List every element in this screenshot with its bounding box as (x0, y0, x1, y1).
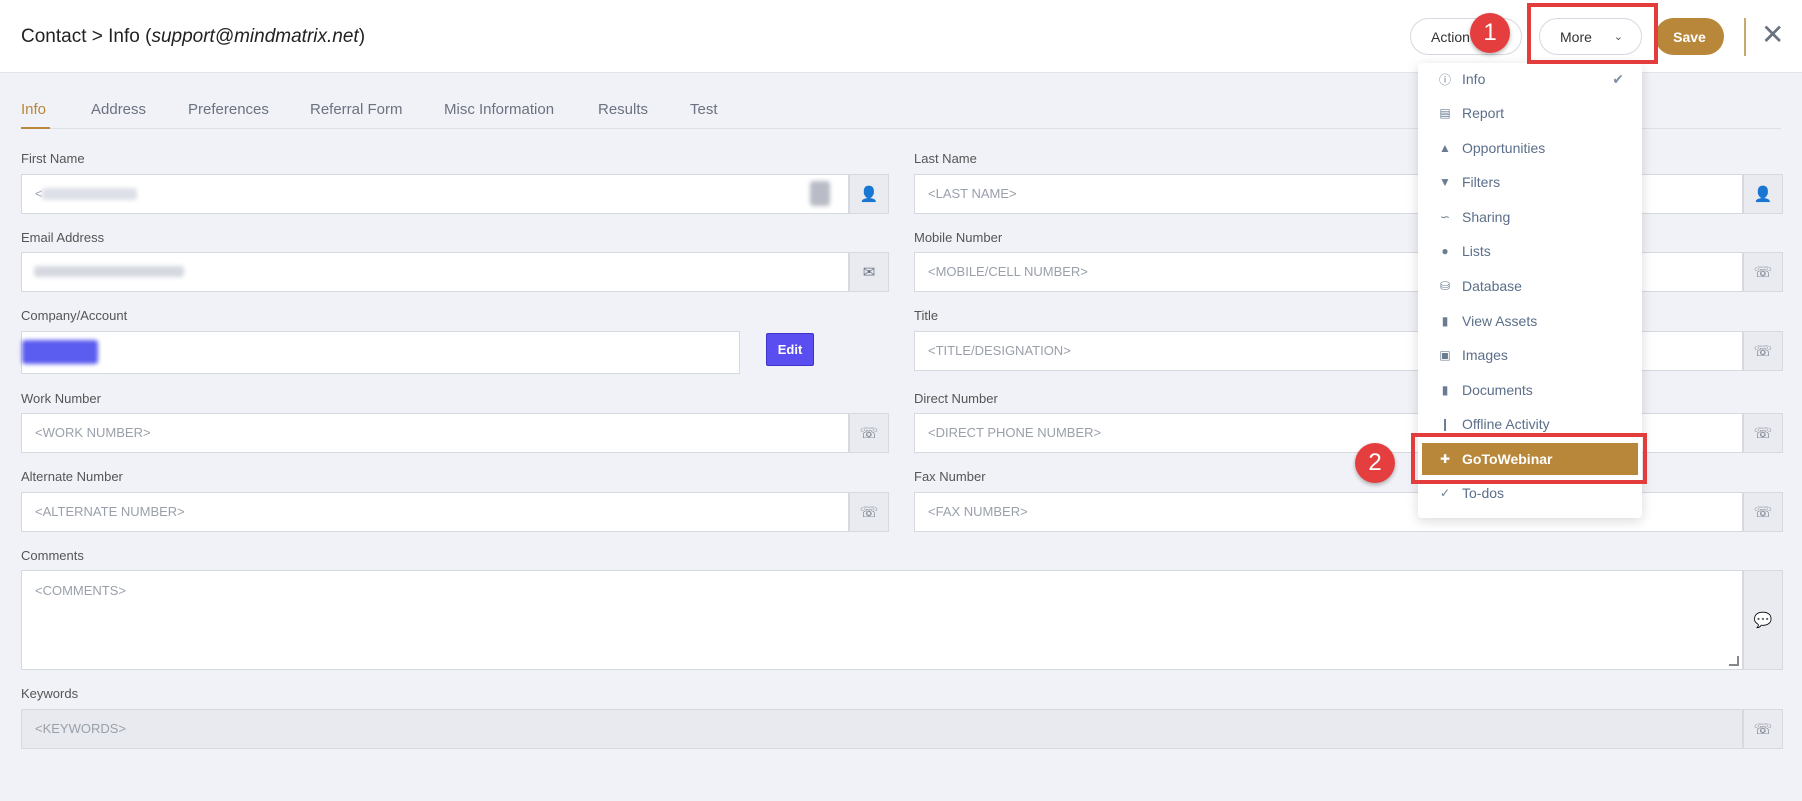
header-divider (1744, 18, 1746, 56)
save-button[interactable]: Save (1655, 18, 1724, 55)
menu-item-label: Sharing (1462, 209, 1511, 225)
menu-item-label: Database (1462, 278, 1522, 294)
menu-item-label: To-dos (1462, 485, 1505, 501)
check-circle-icon: ✓ (1439, 486, 1451, 500)
menu-item-report[interactable]: ▤ Report (1418, 97, 1642, 129)
work-number-input[interactable]: <WORK NUMBER> (21, 413, 849, 453)
keywords-input[interactable]: <KEYWORDS> (21, 709, 1743, 749)
tab-address[interactable]: Address (91, 101, 146, 118)
menu-item-database[interactable]: ⛁ Database (1418, 270, 1642, 302)
menu-item-label: Info (1462, 71, 1486, 87)
close-icon[interactable]: ✕ (1761, 20, 1784, 50)
person-icon: 👤 (849, 174, 889, 214)
company-edit-button[interactable]: Edit (766, 333, 814, 366)
info-icon: ⓘ (1438, 72, 1451, 87)
comments-icon: 💬 (1743, 570, 1783, 670)
alternate-number-label: Alternate Number (21, 469, 123, 484)
email-redacted (34, 266, 184, 277)
first-name-input[interactable]: < (21, 174, 849, 214)
title-email: support@mindmatrix.net (151, 26, 359, 47)
menu-item-documents[interactable]: ▮ Documents (1418, 374, 1642, 406)
share-icon: ∽ (1439, 210, 1451, 224)
company-input[interactable] (21, 331, 740, 374)
callout-box-gotowebinar (1411, 433, 1647, 484)
action-label: Action (1431, 28, 1470, 45)
menu-item-label: Images (1462, 347, 1508, 363)
page-title: Contact > Info (support@mindmatrix.net) (21, 26, 365, 48)
phone-icon: ☏ (1743, 413, 1783, 453)
menu-item-images[interactable]: ▣ Images (1418, 339, 1642, 371)
tab-test[interactable]: Test (690, 101, 718, 118)
menu-item-label: Filters (1462, 174, 1501, 190)
callout-number-2: 2 (1355, 443, 1395, 483)
last-name-label: Last Name (914, 151, 977, 166)
menu-item-label: Lists (1462, 243, 1491, 259)
shapes-icon: ▲ (1439, 141, 1451, 155)
comments-textarea[interactable]: <COMMENTS> (21, 570, 1743, 670)
menu-item-sharing[interactable]: ∽ Sharing (1418, 201, 1642, 233)
phone-icon: ☏ (849, 413, 889, 453)
menu-item-view-assets[interactable]: ▮ View Assets (1418, 305, 1642, 337)
person-icon: 👤 (1743, 174, 1783, 214)
phone-icon: ☏ (849, 492, 889, 532)
email-label: Email Address (21, 230, 105, 245)
users-icon: ● (1441, 244, 1449, 258)
mobile-number-label: Mobile Number (914, 230, 1003, 245)
tab-referral-form[interactable]: Referral Form (310, 101, 403, 118)
direct-number-label: Direct Number (914, 391, 998, 406)
document-icon: ▮ (1441, 383, 1449, 397)
phone-icon: ☏ (1743, 331, 1783, 371)
phone-icon: ☏ (1743, 492, 1783, 532)
company-redacted (22, 340, 98, 364)
envelope-icon: ✉ (849, 252, 889, 292)
person-icon: ❙ (1439, 417, 1451, 431)
fax-number-label: Fax Number (914, 469, 986, 484)
first-name-redacted (42, 188, 137, 200)
company-label: Company/Account (21, 308, 128, 323)
autofill-indicator (810, 181, 830, 206)
chart-icon: ▤ (1439, 106, 1451, 120)
menu-item-label: Documents (1462, 382, 1533, 398)
image-icon: ▣ (1439, 348, 1451, 362)
tab-results[interactable]: Results (598, 101, 648, 118)
menu-item-lists[interactable]: ● Lists (1418, 235, 1642, 267)
callout-box-more (1527, 3, 1658, 64)
resize-handle-icon[interactable] (1729, 656, 1739, 666)
database-icon: ⛁ (1439, 279, 1451, 293)
phone-icon: ☏ (1743, 252, 1783, 292)
first-name-label: First Name (21, 151, 85, 166)
comments-label: Comments (21, 548, 84, 563)
title-label: Title (914, 308, 939, 323)
file-icon: ▮ (1441, 314, 1449, 328)
tab-preferences[interactable]: Preferences (188, 101, 269, 118)
title-suffix: ) (358, 26, 366, 47)
menu-item-label: Opportunities (1462, 140, 1546, 156)
work-number-label: Work Number (21, 391, 101, 406)
menu-item-filters[interactable]: ▼ Filters (1418, 166, 1642, 198)
tab-info[interactable]: Info (21, 101, 46, 118)
tab-misc-information[interactable]: Misc Information (444, 101, 554, 118)
active-tab-indicator (21, 127, 50, 129)
callout-number-1: 1 (1470, 13, 1510, 53)
checkmark-icon: ✔ (1612, 70, 1624, 87)
menu-item-opportunities[interactable]: ▲ Opportunities (1418, 132, 1642, 164)
filter-icon: ▼ (1439, 175, 1451, 189)
menu-item-label: View Assets (1462, 313, 1538, 329)
keywords-label: Keywords (21, 686, 79, 701)
alternate-number-input[interactable]: <ALTERNATE NUMBER> (21, 492, 849, 532)
phone-icon: ☏ (1743, 709, 1783, 749)
menu-item-info[interactable]: ⓘ Info ✔ (1418, 63, 1642, 95)
title-prefix: Contact > Info ( (21, 26, 152, 47)
menu-item-label: Report (1462, 105, 1505, 121)
menu-item-label: Offline Activity (1462, 416, 1550, 432)
comments-placeholder: <COMMENTS> (35, 583, 127, 598)
